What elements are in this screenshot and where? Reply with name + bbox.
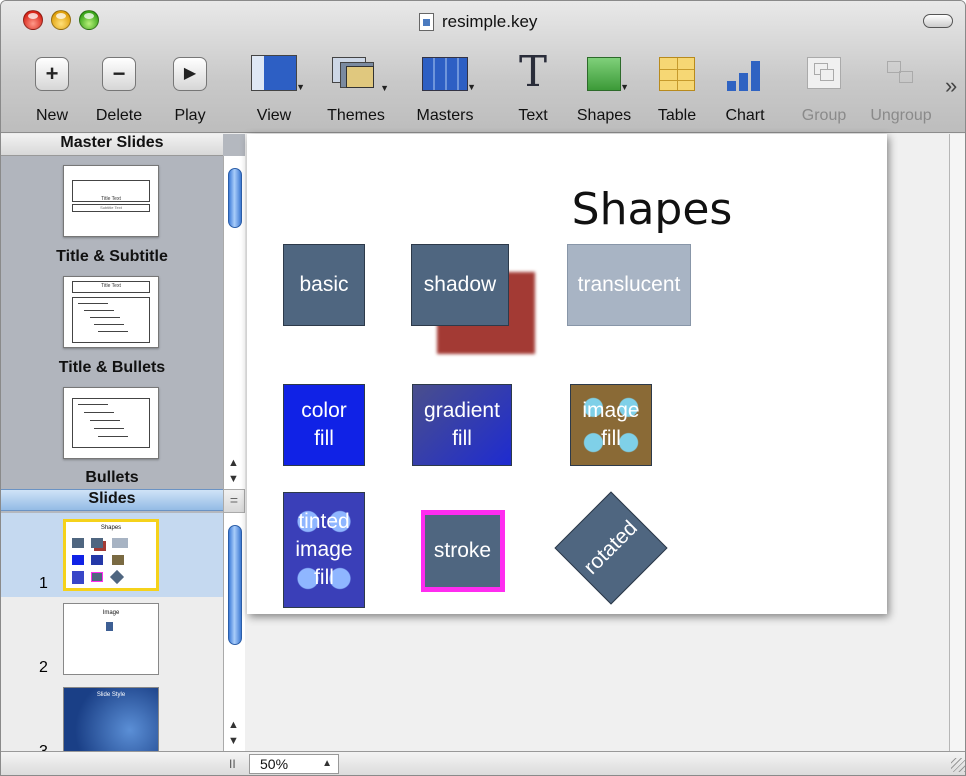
themes-button[interactable]: ▼ Themes bbox=[327, 57, 389, 124]
scroll-thumb[interactable] bbox=[228, 525, 242, 645]
slide-item-3[interactable]: Slide Style 3 bbox=[1, 681, 223, 751]
slide-item-1[interactable]: Shapes 1 bbox=[1, 513, 223, 597]
master-item-label: Title & Bullets bbox=[58, 359, 166, 376]
window-title: resimple.key bbox=[442, 12, 538, 31]
slides-list: Shapes 1 Image 2 Slide Style bbox=[1, 513, 223, 751]
close-button[interactable] bbox=[23, 10, 43, 30]
master-scrollbar[interactable]: ▲ ▼ bbox=[223, 156, 245, 489]
chart-button[interactable]: Chart bbox=[724, 57, 766, 124]
shape-shadow[interactable]: shadow bbox=[411, 244, 509, 326]
master-thumbnail[interactable] bbox=[63, 387, 159, 459]
group-button[interactable]: Group bbox=[802, 57, 846, 124]
shapes-icon: ▼ bbox=[587, 57, 629, 92]
shape-image-fill[interactable]: image fill bbox=[570, 384, 652, 466]
slide-navigator: Master Slides Title Text Subtitle Text T… bbox=[1, 134, 245, 751]
themes-label: Themes bbox=[327, 107, 385, 124]
slides-header[interactable]: Slides bbox=[1, 489, 223, 511]
slides-scrollbar[interactable]: ▲ ▼ bbox=[223, 513, 245, 751]
scroll-up-arrow[interactable]: ▲ bbox=[228, 457, 239, 469]
thumb-title-text: Slide Style bbox=[96, 692, 126, 698]
status-bar: II 50% ▲▼ bbox=[1, 751, 965, 775]
thumb-title-text: Image bbox=[102, 610, 120, 616]
text-icon: T bbox=[518, 47, 547, 96]
table-label: Table bbox=[657, 107, 697, 124]
delete-label: Delete bbox=[95, 107, 143, 124]
play-label: Play bbox=[174, 107, 206, 124]
title-bar: resimple.key + New − Delete ▶ Play ▼ Vie… bbox=[1, 1, 965, 133]
keynote-window: resimple.key + New − Delete ▶ Play ▼ Vie… bbox=[0, 0, 966, 776]
slide-number: 1 bbox=[39, 575, 48, 592]
shape-stroke[interactable]: stroke bbox=[421, 510, 505, 592]
toolbar-toggle-button[interactable] bbox=[923, 14, 953, 28]
slide-thumbnail[interactable]: Image bbox=[63, 603, 159, 675]
slide-number: 3 bbox=[39, 743, 48, 751]
masters-label: Masters bbox=[416, 107, 474, 124]
pane-divider-handle[interactable]: = bbox=[223, 489, 245, 513]
shape-color-fill[interactable]: color fill bbox=[283, 384, 365, 466]
thumb-title-text: Title Text bbox=[101, 283, 121, 289]
scroll-thumb[interactable] bbox=[228, 168, 242, 228]
play-button[interactable]: ▶ Play bbox=[173, 57, 207, 124]
slide-item-2[interactable]: Image 2 bbox=[1, 597, 223, 681]
minimize-button[interactable] bbox=[51, 10, 71, 30]
delete-button[interactable]: − Delete bbox=[96, 57, 142, 124]
slide-thumbnail[interactable]: Shapes bbox=[63, 519, 159, 591]
themes-icon: ▼ bbox=[332, 57, 389, 93]
thumb-subtitle-text: Subtitle Text bbox=[100, 205, 122, 210]
shapes-button[interactable]: ▼ Shapes bbox=[577, 57, 631, 124]
thumb-title-text: Shapes bbox=[100, 525, 122, 531]
ungroup-icon bbox=[881, 57, 921, 89]
ungroup-label: Ungroup bbox=[870, 107, 932, 124]
text-button[interactable]: T Text bbox=[513, 51, 553, 125]
text-label: Text bbox=[518, 107, 548, 124]
master-thumbnail[interactable]: Title Text bbox=[63, 276, 159, 348]
scroll-up-arrow[interactable]: ▲ bbox=[228, 719, 239, 731]
document-icon bbox=[419, 13, 434, 31]
shape-translucent[interactable]: translucent bbox=[567, 244, 691, 326]
canvas-scrollbar[interactable] bbox=[949, 134, 965, 751]
chart-icon bbox=[725, 57, 765, 91]
zoom-button[interactable] bbox=[79, 10, 99, 30]
chart-label: Chart bbox=[725, 107, 765, 124]
shapes-label: Shapes bbox=[576, 107, 632, 124]
scroll-down-arrow[interactable]: ▼ bbox=[228, 735, 239, 747]
scroll-down-arrow[interactable]: ▼ bbox=[228, 473, 239, 485]
current-slide[interactable]: Shapes basic shadow translucent color fi… bbox=[247, 134, 887, 614]
slide-title[interactable]: Shapes bbox=[247, 184, 887, 235]
new-label: New bbox=[35, 107, 69, 124]
stepper-icon: ▲▼ bbox=[322, 758, 332, 769]
zoom-value: 50% bbox=[260, 756, 289, 772]
shape-gradient-fill[interactable]: gradient fill bbox=[412, 384, 512, 466]
master-slides-header[interactable]: Master Slides bbox=[1, 134, 223, 156]
pane-resize-handle[interactable]: II bbox=[229, 757, 236, 771]
shape-rotated[interactable]: rotated bbox=[554, 491, 668, 605]
group-label: Group bbox=[801, 107, 847, 124]
masters-button[interactable]: ▼ Masters bbox=[417, 57, 476, 124]
zoom-select[interactable]: 50% ▲▼ bbox=[249, 754, 339, 774]
view-label: View bbox=[256, 107, 292, 124]
window-resize-grip[interactable] bbox=[951, 758, 965, 772]
view-button[interactable]: ▼ View bbox=[248, 55, 305, 124]
master-item-label: Bullets bbox=[85, 469, 139, 486]
toolbar-overflow-button[interactable]: » bbox=[945, 73, 957, 99]
master-item-label: Title & Subtitle bbox=[56, 248, 168, 265]
shape-basic[interactable]: basic bbox=[283, 244, 365, 326]
ungroup-button[interactable]: Ungroup bbox=[870, 57, 932, 124]
slide-number: 2 bbox=[39, 659, 48, 676]
shape-tinted-image-fill[interactable]: tinted image fill bbox=[283, 492, 365, 608]
play-icon: ▶ bbox=[173, 57, 207, 91]
plus-icon: + bbox=[35, 57, 69, 91]
slide-canvas[interactable]: Shapes basic shadow translucent color fi… bbox=[245, 134, 949, 751]
master-thumbnail[interactable]: Title Text Subtitle Text bbox=[63, 165, 159, 237]
thumb-title-text: Title Text bbox=[101, 196, 121, 202]
table-button[interactable]: Table bbox=[657, 57, 697, 124]
view-icon: ▼ bbox=[251, 55, 305, 92]
minus-icon: − bbox=[102, 57, 136, 91]
masters-icon: ▼ bbox=[422, 57, 476, 92]
table-icon bbox=[659, 57, 695, 91]
group-icon bbox=[807, 57, 841, 89]
new-button[interactable]: + New bbox=[35, 57, 69, 124]
slide-thumbnail[interactable]: Slide Style bbox=[63, 687, 159, 751]
master-slides-list: Title Text Subtitle Text Title & Subtitl… bbox=[1, 156, 223, 489]
